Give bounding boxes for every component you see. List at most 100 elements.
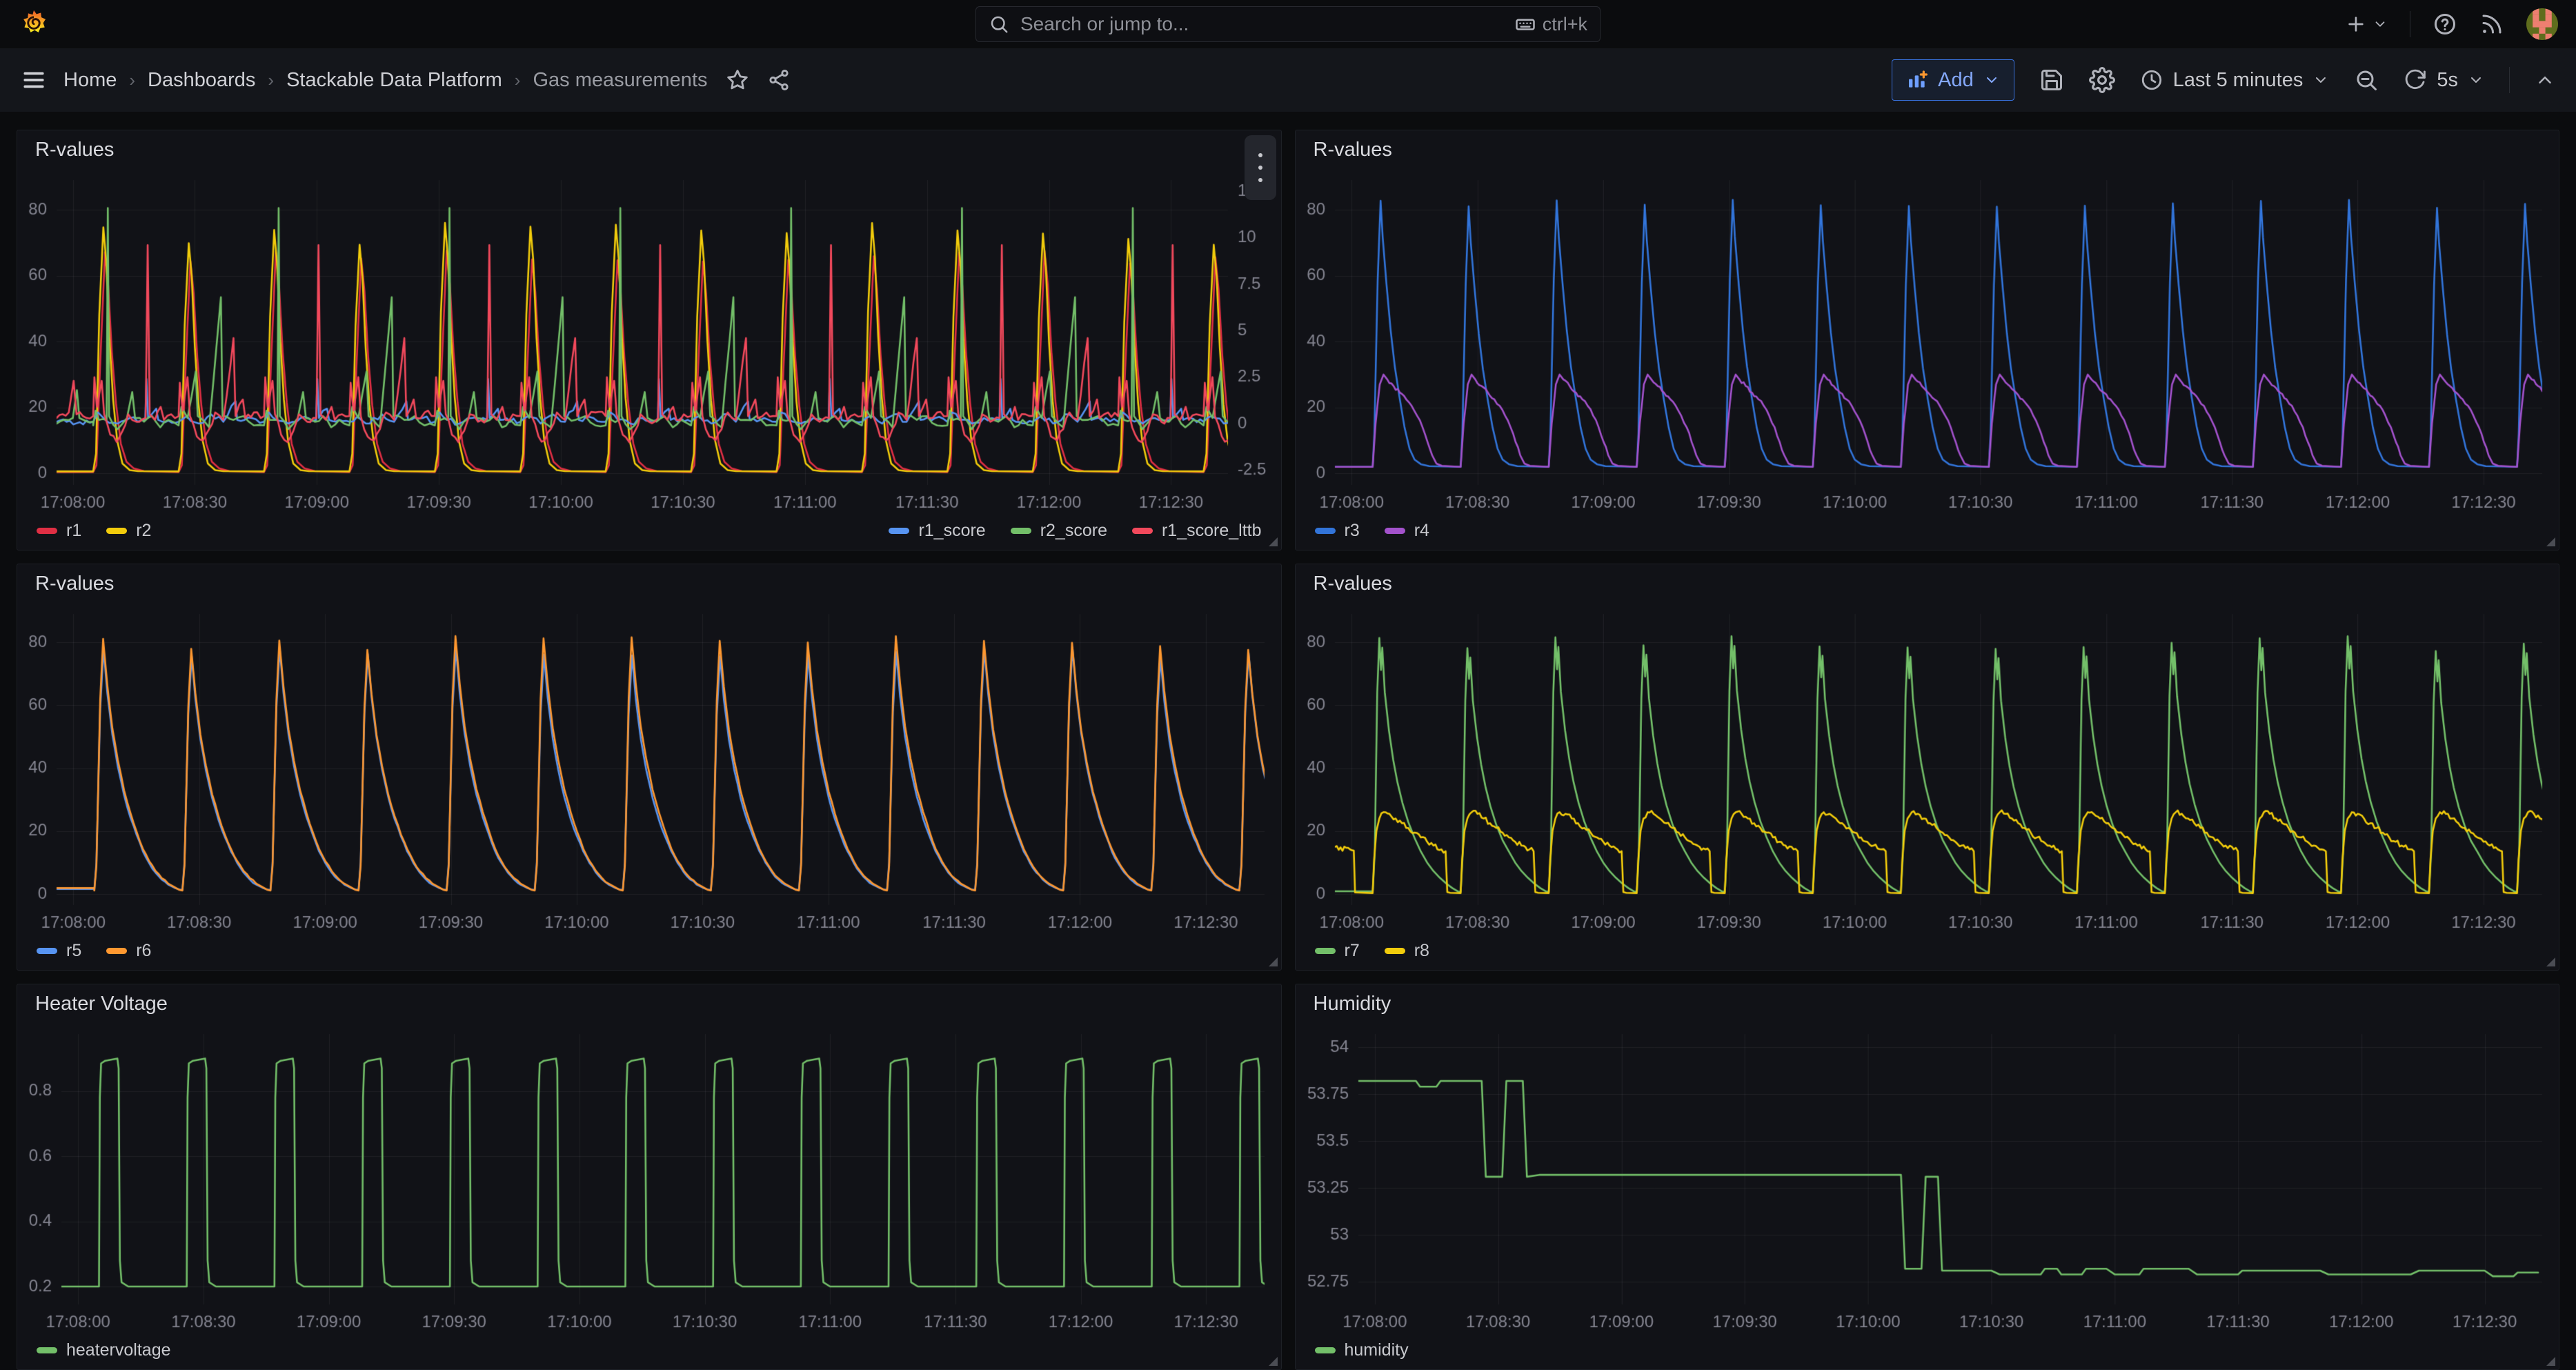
panel-title[interactable]: Heater Voltage (35, 993, 168, 1015)
star-icon (726, 68, 749, 92)
chart-legend: r5 r6 (17, 938, 1281, 970)
add-panel-icon (1906, 69, 1928, 91)
breadcrumb-separator: › (268, 70, 274, 91)
legend-label: r1 (66, 521, 81, 541)
legend-item-r3[interactable]: r3 (1315, 521, 1360, 541)
legend-swatch (37, 948, 57, 954)
add-panel-button[interactable]: Add (1892, 59, 2014, 101)
save-icon (2039, 68, 2064, 92)
legend-swatch (1315, 1347, 1336, 1353)
keyboard-icon (1515, 14, 1536, 34)
legend-label: r5 (66, 941, 81, 961)
panel-r-values-3: R-values r5 r6 (17, 564, 1282, 971)
legend-item-r2[interactable]: r2 (106, 521, 151, 541)
panel-header: R-values (1296, 130, 2559, 169)
legend-label: r7 (1345, 941, 1360, 961)
panel-r-values-2: R-values r3 r4 (1295, 130, 2560, 550)
save-dashboard-button[interactable] (2039, 68, 2064, 92)
panel-title[interactable]: R-values (1314, 573, 1392, 595)
legend-item-r5[interactable]: r5 (37, 941, 81, 961)
legend-label: r6 (136, 941, 151, 961)
legend-label: r8 (1414, 941, 1429, 961)
search-shortcut: ctrl+k (1515, 14, 1587, 35)
legend-item-r8[interactable]: r8 (1385, 941, 1429, 961)
chart-legend: heatervoltage (17, 1338, 1281, 1369)
panel-menu-button[interactable] (1245, 135, 1276, 200)
refresh-picker[interactable]: 5s (2404, 68, 2484, 92)
panel-heater-voltage: Heater Voltage heatervoltage (17, 984, 1282, 1370)
timeseries-chart[interactable] (17, 169, 1281, 518)
time-range-picker[interactable]: Last 5 minutes (2140, 68, 2330, 92)
legend-item-r1_score_lttb[interactable]: r1_score_lttb (1132, 521, 1262, 541)
legend-item-r2_score[interactable]: r2_score (1011, 521, 1107, 541)
chart-legend: humidity (1296, 1338, 2559, 1369)
chevron-up-icon (2535, 70, 2555, 90)
legend-swatch (1132, 528, 1153, 534)
toolbar-divider (2509, 67, 2510, 93)
legend-item-r1[interactable]: r1 (37, 521, 81, 541)
timeseries-chart[interactable] (17, 603, 1281, 938)
legend-swatch (106, 528, 127, 534)
help-button[interactable] (2433, 12, 2457, 37)
panel-title[interactable]: R-values (35, 573, 114, 595)
favorite-button[interactable] (726, 68, 749, 92)
legend-label: r1_score_lttb (1162, 521, 1262, 541)
chevron-down-icon (1983, 72, 2000, 88)
timeseries-chart[interactable] (17, 1023, 1281, 1338)
legend-label: r2 (136, 521, 151, 541)
panel-header: R-values (17, 564, 1281, 603)
breadcrumb-separator: › (515, 70, 521, 91)
refresh-icon (2404, 68, 2427, 92)
search-icon (989, 14, 1009, 34)
user-avatar[interactable] (2526, 8, 2558, 40)
zoom-out-button[interactable] (2354, 68, 2379, 92)
legend-item-r4[interactable]: r4 (1385, 521, 1429, 541)
help-icon (2433, 12, 2457, 37)
timeseries-chart[interactable] (1296, 603, 2559, 938)
zoom-out-icon (2354, 68, 2379, 92)
chart-legend: r3 r4 (1296, 518, 2559, 550)
mega-menu-button[interactable] (21, 67, 47, 93)
dashboard-settings-button[interactable] (2089, 67, 2115, 93)
legend-item-r6[interactable]: r6 (106, 941, 151, 961)
breadcrumb-home[interactable]: Home (63, 69, 117, 92)
legend-label: r4 (1414, 521, 1429, 541)
legend-swatch (37, 1347, 57, 1353)
legend-item-r1_score[interactable]: r1_score (889, 521, 985, 541)
legend-label: heatervoltage (66, 1340, 171, 1360)
collapse-toolbar-button[interactable] (2535, 70, 2555, 90)
share-button[interactable] (767, 68, 791, 92)
legend-label: r2_score (1040, 521, 1107, 541)
legend-swatch (1315, 528, 1336, 534)
legend-item-humidity[interactable]: humidity (1315, 1340, 1409, 1360)
panel-title[interactable]: R-values (35, 139, 114, 161)
search-input[interactable] (1019, 12, 1505, 36)
global-search[interactable]: ctrl+k (975, 6, 1601, 42)
breadcrumb-separator: › (129, 70, 135, 91)
panel-title[interactable]: Humidity (1314, 993, 1391, 1015)
timeseries-chart[interactable] (1296, 169, 2559, 518)
legend-item-r7[interactable]: r7 (1315, 941, 1360, 961)
new-menu-button[interactable] (2345, 13, 2388, 35)
panel-header: R-values (17, 130, 1281, 169)
grafana-logo[interactable] (18, 8, 50, 40)
top-bar: ctrl+k (0, 0, 2576, 48)
chart-legend: r1 r2 r1_score r2_score r1_score_lttb (17, 518, 1281, 550)
chevron-down-icon (2372, 17, 2388, 32)
breadcrumb: Home › Dashboards › Stackable Data Platf… (63, 69, 708, 92)
panel-humidity: Humidity humidity (1295, 984, 2560, 1370)
legend-label: r3 (1345, 521, 1360, 541)
legend-swatch (1011, 528, 1031, 534)
breadcrumb-dashboards[interactable]: Dashboards (148, 69, 255, 92)
legend-item-heatervoltage[interactable]: heatervoltage (37, 1340, 171, 1360)
chevron-down-icon (2468, 72, 2484, 88)
chevron-down-icon (2312, 72, 2329, 88)
breadcrumb-folder[interactable]: Stackable Data Platform (286, 69, 502, 92)
panel-header: Humidity (1296, 984, 2559, 1023)
legend-label: humidity (1345, 1340, 1409, 1360)
timeseries-chart[interactable] (1296, 1023, 2559, 1338)
legend-swatch (1385, 528, 1405, 534)
dashboard-grid: R-values r1 r2 r1_score r2_score r1_score_lt… (0, 112, 2576, 1370)
news-button[interactable] (2479, 12, 2504, 37)
panel-title[interactable]: R-values (1314, 139, 1392, 161)
